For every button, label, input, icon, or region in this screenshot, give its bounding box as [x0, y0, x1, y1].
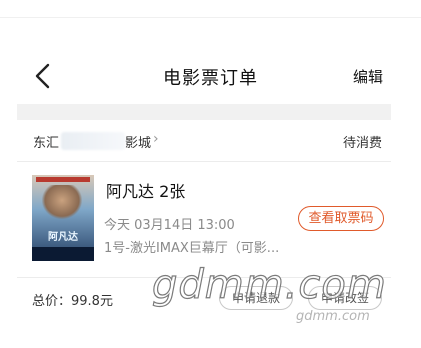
view-ticket-code-button[interactable]: 查看取票码	[298, 206, 384, 231]
order-status-badge: 待消费	[342, 136, 382, 151]
status-bar-area	[0, 0, 421, 18]
poster-title: 阿凡达	[48, 232, 78, 243]
cinema-name-prefix: 东汇	[33, 136, 60, 151]
poster-footer	[32, 247, 94, 261]
poster-face	[42, 185, 82, 219]
poster-tag	[36, 177, 90, 182]
hall-info: 1号-激光IMAX巨幕厅（可影...	[104, 241, 280, 256]
movie-poster[interactable]: 阿凡达	[32, 175, 94, 261]
edit-button[interactable]: 编辑	[353, 66, 383, 87]
redacted-cinema-name	[61, 132, 125, 150]
chevron-right-icon: ›	[153, 131, 159, 147]
show-time: 今天 03月14日 13:00	[104, 218, 235, 233]
movie-title: 阿凡达 2张	[106, 182, 186, 201]
watermark-small: gdmm.com	[296, 309, 370, 324]
watermark-logo: gdmm.com	[151, 261, 387, 308]
section-separator	[17, 104, 391, 120]
cinema-row[interactable]: 东汇 影城 › 待消费	[17, 120, 391, 162]
total-price: 总价：99.8元	[32, 294, 113, 309]
cinema-name-suffix: 影城	[125, 136, 152, 151]
navigation-bar: 电影票订单 编辑	[0, 50, 421, 104]
